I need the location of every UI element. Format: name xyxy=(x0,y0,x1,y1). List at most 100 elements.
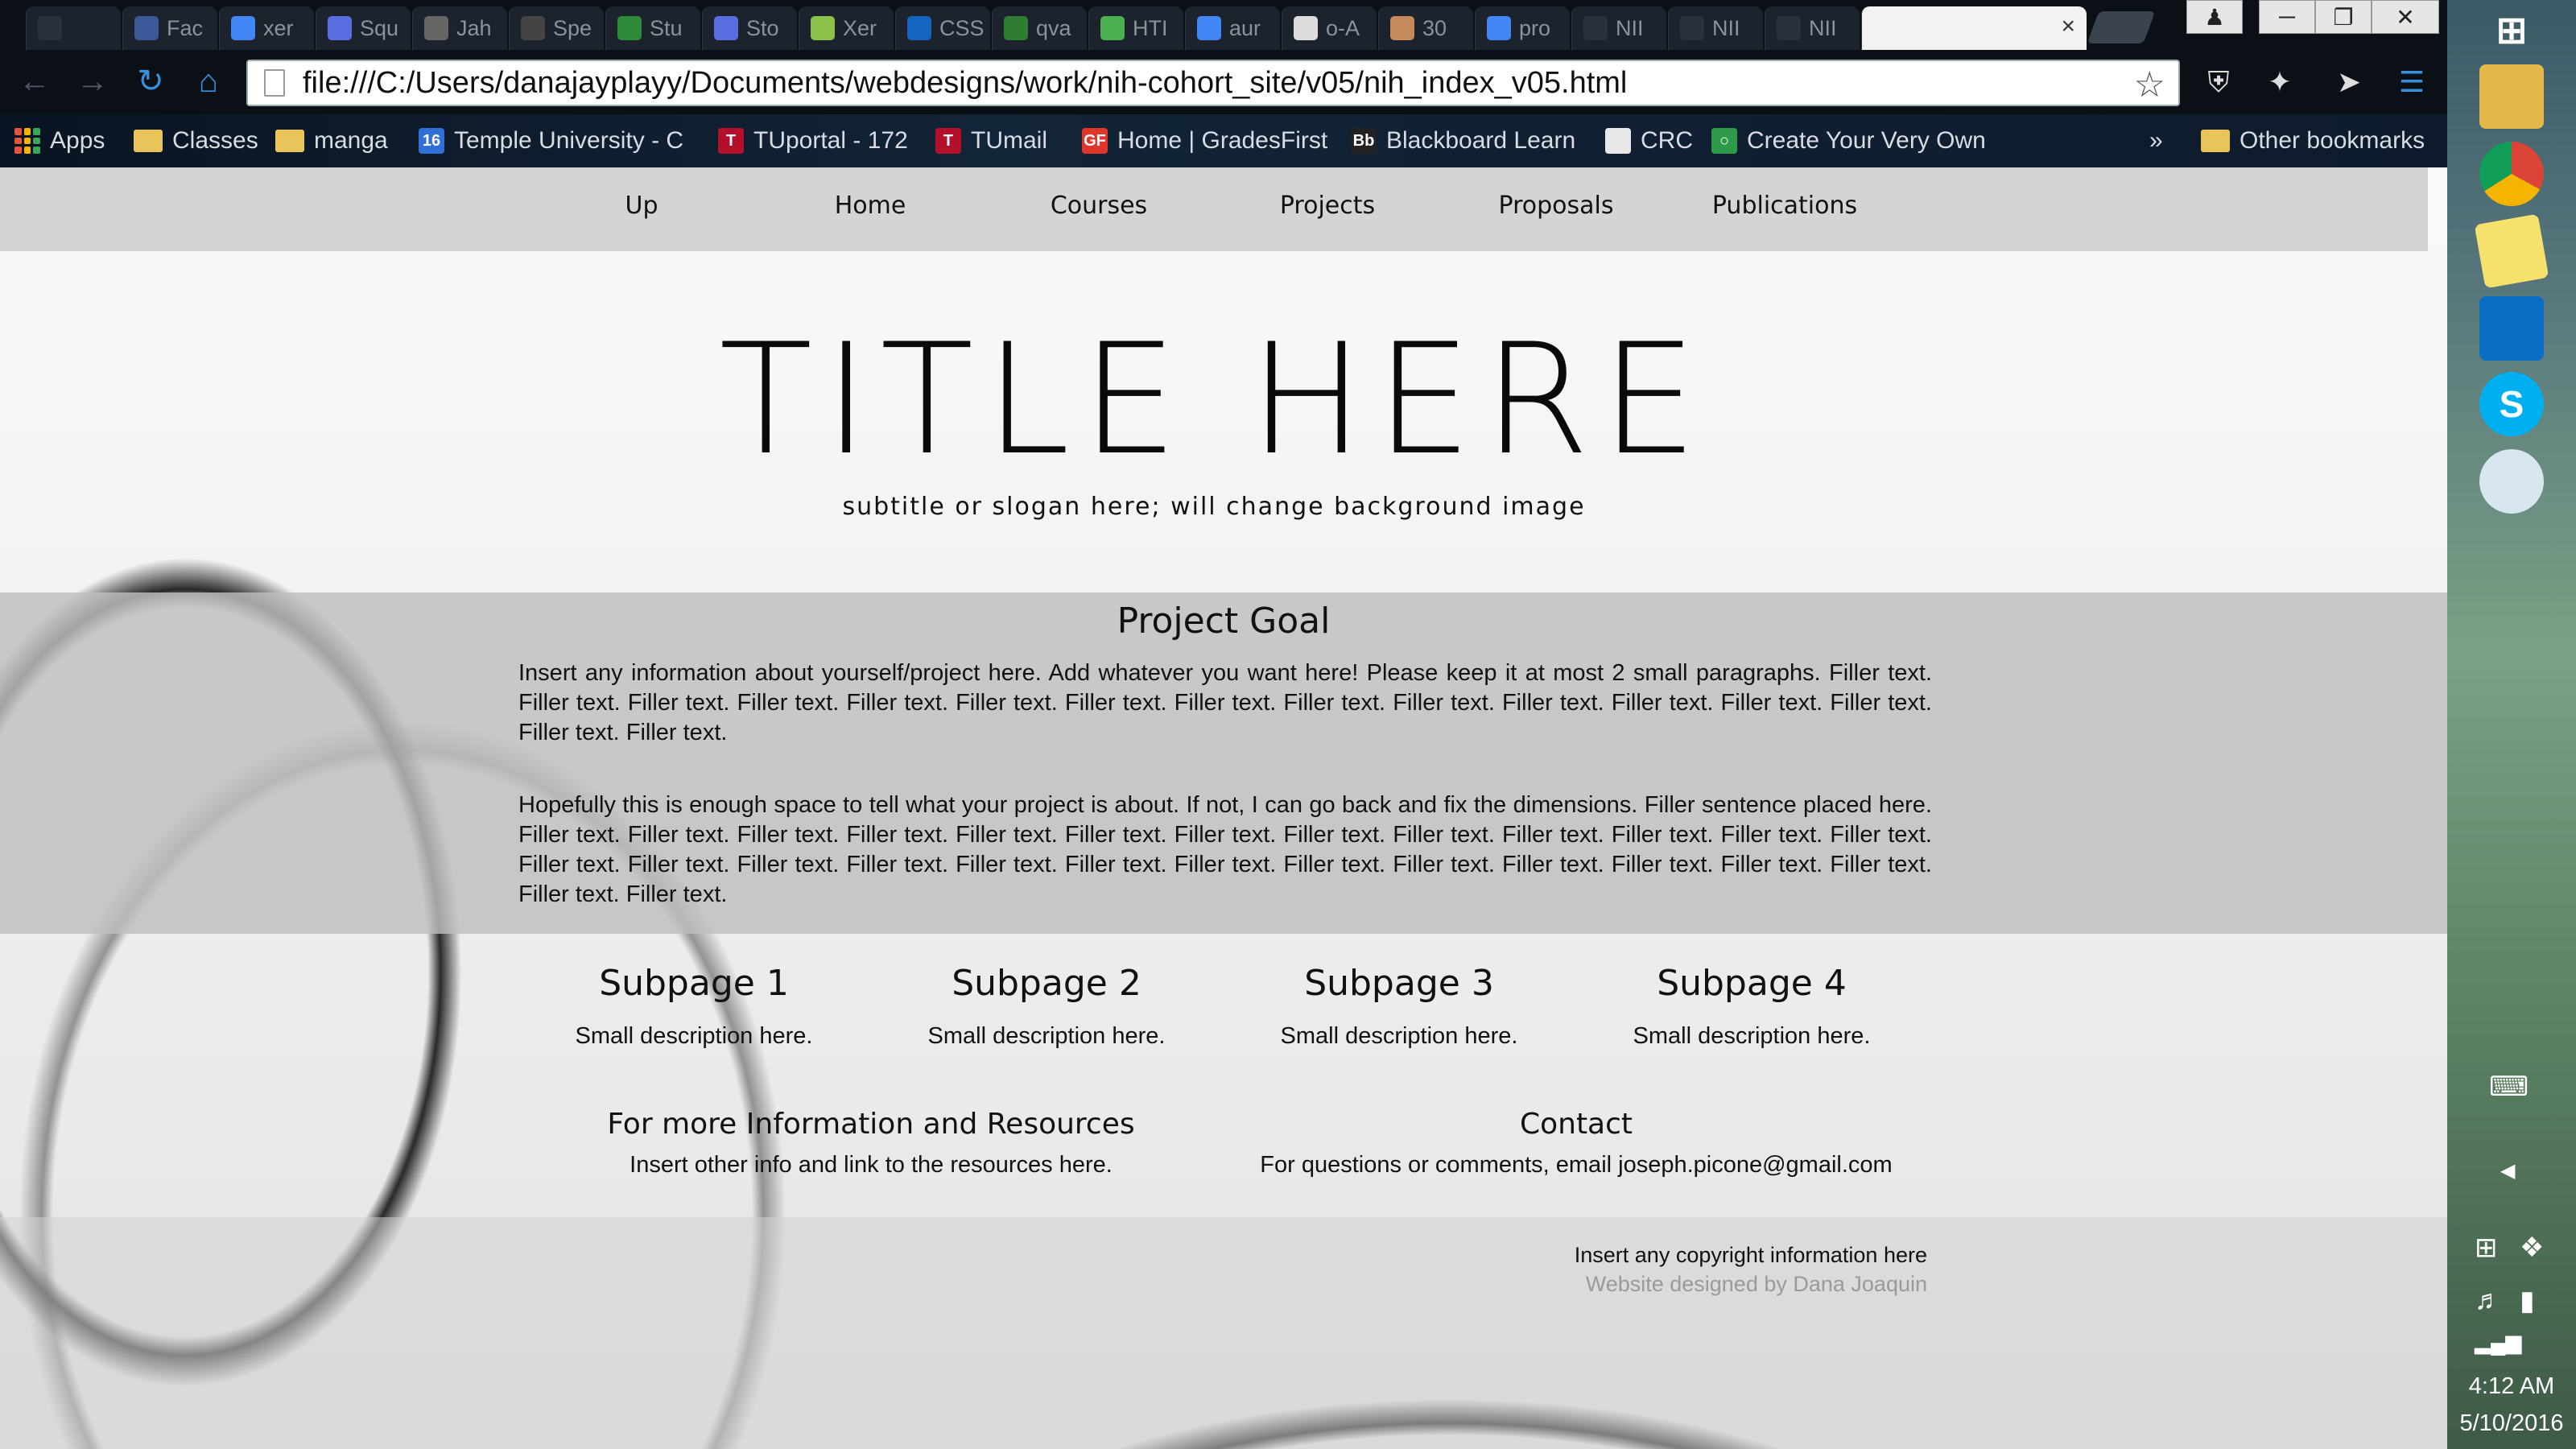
address-bar[interactable]: file:///C:/Users/danajayplayy/Documents/… xyxy=(246,60,2180,106)
nav-link-proposals[interactable]: Proposals xyxy=(1499,192,1614,220)
tab-title: Xer xyxy=(843,15,877,40)
browser-tab[interactable]: Jah xyxy=(412,6,507,50)
restore-icon: ❐ xyxy=(2333,4,2354,30)
browser-tab[interactable]: Xer xyxy=(799,6,894,50)
apps-grid-icon xyxy=(14,128,40,154)
reload-button[interactable]: ↻ xyxy=(130,61,171,101)
outlook-icon[interactable] xyxy=(2479,296,2544,361)
subpage-card[interactable]: Subpage 2 Small description here. xyxy=(869,963,1224,1050)
touch-keyboard-icon[interactable]: ⌨ xyxy=(2489,1071,2529,1103)
bookmark-label: manga xyxy=(314,127,388,154)
clock-time[interactable]: 4:12 AM xyxy=(2447,1373,2576,1400)
tab-title: NII xyxy=(1616,15,1644,40)
subpage-title[interactable]: Subpage 3 xyxy=(1222,963,1576,1004)
browser-tab[interactable]: pro xyxy=(1475,6,1570,50)
browser-tab[interactable] xyxy=(26,6,121,50)
browser-tab[interactable]: 30 xyxy=(1378,6,1473,50)
subpage-card[interactable]: Subpage 1 Small description here. xyxy=(517,963,871,1050)
browser-tab[interactable]: NII xyxy=(1571,6,1666,50)
bookmark-item[interactable]: ○ Create Your Very Own xyxy=(1711,124,1986,158)
browser-tab[interactable]: Squ xyxy=(316,6,411,50)
browser-toolbar: ← → ↻ ⌂ file:///C:/Users/danajayplayy/Do… xyxy=(0,50,2447,114)
restore-button[interactable]: ❐ xyxy=(2315,0,2372,34)
browser-tab[interactable]: CSS xyxy=(895,6,990,50)
file-explorer-icon[interactable] xyxy=(2479,64,2544,129)
skype-icon[interactable]: S xyxy=(2479,372,2544,436)
tab-title: Sto xyxy=(746,15,779,40)
designer-credit: Website designed by Dana Joaquin xyxy=(1585,1272,1927,1296)
subpage-title[interactable]: Subpage 2 xyxy=(869,963,1224,1004)
new-tab-button[interactable] xyxy=(2087,11,2156,43)
gradient-g-icon xyxy=(714,16,738,40)
browser-tab[interactable]: Sto xyxy=(702,6,797,50)
browser-tab[interactable]: aur xyxy=(1185,6,1280,50)
close-tab-icon[interactable]: × xyxy=(2061,13,2075,40)
rocket-extension-icon[interactable]: ✦ xyxy=(2260,63,2299,101)
browser-tab[interactable]: × xyxy=(1861,6,2087,50)
browser-tab[interactable]: Spe xyxy=(509,6,604,50)
bookmark-item[interactable]: T TUmail xyxy=(935,124,1047,158)
paint-icon[interactable] xyxy=(2479,449,2544,514)
facebook-icon xyxy=(134,16,159,40)
browser-tab[interactable]: Stu xyxy=(605,6,700,50)
action-center-icon[interactable]: ⊞ xyxy=(2475,1232,2498,1264)
bookmark-item[interactable]: 16 Temple University - C xyxy=(419,124,683,158)
wifi-signal-icon[interactable]: ▂▄▆ xyxy=(2475,1330,2521,1355)
forward-button[interactable]: → xyxy=(72,61,113,101)
profile-button[interactable]: ♟ xyxy=(2186,0,2243,34)
minimize-button[interactable]: ─ xyxy=(2259,0,2315,34)
browser-tab[interactable]: NII xyxy=(1668,6,1763,50)
tab-title: Squ xyxy=(360,15,399,40)
show-hidden-icons-chevron[interactable]: ◀ xyxy=(2500,1159,2515,1183)
bookmark-item[interactable]: Classes xyxy=(134,124,258,158)
google-icon xyxy=(231,16,255,40)
chrome-icon[interactable] xyxy=(2479,142,2544,206)
contact-text[interactable]: For questions or comments, email joseph.… xyxy=(1260,1152,1892,1179)
nav-link-up[interactable]: Up xyxy=(625,192,658,220)
clock-date[interactable]: 5/10/2016 xyxy=(2447,1410,2576,1437)
subpage-card[interactable]: Subpage 4 Small description here. xyxy=(1575,963,1929,1050)
browser-tab[interactable]: Fac xyxy=(122,6,217,50)
bookmark-item[interactable]: GF Home | GradesFirst xyxy=(1082,124,1327,158)
minimize-icon: ─ xyxy=(2279,4,2295,29)
subpage-title[interactable]: Subpage 1 xyxy=(517,963,871,1004)
temple-t-icon: T xyxy=(718,128,744,154)
chrome-menu-icon[interactable]: ☰ xyxy=(2392,63,2431,101)
resources-text[interactable]: Insert other info and link to the resour… xyxy=(607,1152,1134,1179)
dropbox-icon[interactable]: ❖ xyxy=(2520,1232,2544,1264)
nav-link-home[interactable]: Home xyxy=(835,192,906,220)
bookmarks-overflow-chevron[interactable]: » xyxy=(2149,124,2163,158)
gradesfirst-icon: GF xyxy=(1082,128,1108,154)
bookmark-item[interactable]: T TUportal - 172 xyxy=(718,124,908,158)
bookmark-item[interactable]: CRC xyxy=(1605,124,1693,158)
browser-tab[interactable]: HTI xyxy=(1088,6,1183,50)
volume-icon[interactable]: ♬ xyxy=(2475,1285,2502,1316)
tab-title: CSS xyxy=(939,15,985,40)
pin-extension-icon[interactable]: ➤ xyxy=(2330,63,2368,101)
other-bookmarks-folder[interactable]: Other bookmarks xyxy=(2201,124,2425,158)
close-window-button[interactable]: ✕ xyxy=(2372,0,2439,34)
scissors-icon xyxy=(424,16,448,40)
bookmark-star-icon[interactable]: ☆ xyxy=(2134,64,2165,105)
sticky-notes-icon[interactable] xyxy=(2474,213,2549,289)
subpage-title[interactable]: Subpage 4 xyxy=(1575,963,1929,1004)
nav-link-publications[interactable]: Publications xyxy=(1712,192,1857,220)
tab-title: 30 xyxy=(1422,15,1447,40)
back-button[interactable]: ← xyxy=(14,61,55,101)
browser-tab[interactable]: qva xyxy=(992,6,1087,50)
windows-start-icon[interactable]: ⊞ xyxy=(2479,0,2544,60)
bookmark-item[interactable]: Apps xyxy=(14,124,105,158)
home-button[interactable]: ⌂ xyxy=(188,61,229,101)
browser-tab[interactable]: xer xyxy=(219,6,314,50)
browser-tab[interactable]: NII xyxy=(1765,6,1860,50)
w3-green-icon xyxy=(1100,16,1125,40)
bookmark-item[interactable]: Bb Blackboard Learn xyxy=(1351,124,1575,158)
subpage-card[interactable]: Subpage 3 Small description here. xyxy=(1222,963,1576,1050)
green-d-icon xyxy=(811,16,835,40)
browser-tab[interactable]: o-A xyxy=(1282,6,1377,50)
shield-extension-icon[interactable]: ⛨ xyxy=(2199,63,2238,101)
nav-link-courses[interactable]: Courses xyxy=(1051,192,1147,220)
bookmark-item[interactable]: manga xyxy=(275,124,388,158)
battery-icon[interactable]: ▮ xyxy=(2520,1285,2535,1317)
nav-link-projects[interactable]: Projects xyxy=(1280,192,1375,220)
